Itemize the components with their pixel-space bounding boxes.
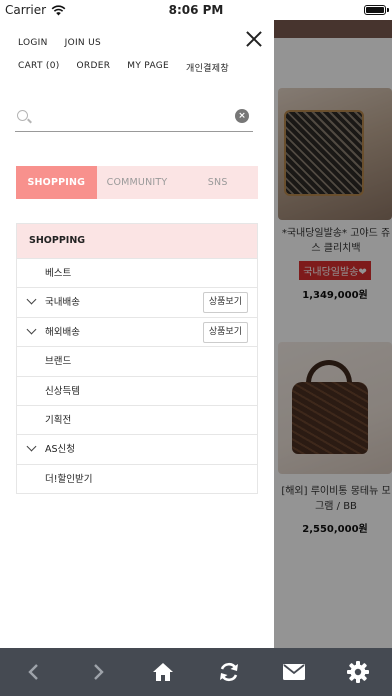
mail-icon[interactable] bbox=[274, 648, 314, 696]
account-links: LOGIN JOIN US bbox=[18, 38, 118, 48]
menu-item-label: 신상득템 bbox=[45, 385, 80, 397]
menu-item-label: 더!할인받기 bbox=[45, 473, 93, 485]
forward-arrow-icon[interactable] bbox=[78, 648, 118, 696]
search-icon bbox=[17, 110, 28, 121]
tab-community[interactable]: COMMUNITY bbox=[97, 166, 178, 199]
search-input[interactable] bbox=[37, 108, 227, 128]
gear-icon[interactable] bbox=[338, 648, 378, 696]
menu-item-label: 해외배송 bbox=[45, 326, 80, 338]
home-icon[interactable] bbox=[143, 648, 183, 696]
shopping-menu: SHOPPING 베스트 국내배송 상품보기 해외배송 상품보기 브랜드 신상득… bbox=[16, 223, 258, 495]
menu-tabs: SHOPPING COMMUNITY SNS bbox=[16, 166, 258, 199]
tab-sns[interactable]: SNS bbox=[177, 166, 258, 199]
menu-item-label: 베스트 bbox=[45, 268, 72, 279]
cart-link[interactable]: CART (0) bbox=[18, 61, 60, 74]
login-link[interactable]: LOGIN bbox=[18, 38, 48, 48]
status-bar: Carrier 8:06 PM bbox=[0, 0, 392, 20]
menu-item-overseas[interactable]: 해외배송 상품보기 bbox=[17, 316, 257, 346]
chevron-down-icon[interactable] bbox=[26, 441, 37, 452]
search-bar: × bbox=[15, 104, 253, 132]
menu-item-label: 브랜드 bbox=[45, 356, 72, 368]
view-products-button[interactable]: 상품보기 bbox=[202, 292, 248, 314]
menu-item-discount[interactable]: 더!할인받기 bbox=[17, 463, 257, 493]
menu-header: SHOPPING bbox=[17, 224, 257, 258]
order-link[interactable]: ORDER bbox=[77, 61, 111, 74]
bottom-toolbar bbox=[0, 648, 392, 696]
clear-icon[interactable]: × bbox=[235, 109, 249, 123]
back-arrow-icon[interactable] bbox=[14, 648, 54, 696]
menu-item-as-request[interactable]: AS신청 bbox=[17, 434, 257, 463]
menu-item-promotions[interactable]: 기획전 bbox=[17, 404, 257, 434]
menu-item-label: AS신청 bbox=[45, 444, 76, 456]
tab-shopping[interactable]: SHOPPING bbox=[16, 166, 97, 199]
my-page-link[interactable]: MY PAGE bbox=[127, 61, 169, 74]
menu-item-brand[interactable]: 브랜드 bbox=[17, 346, 257, 375]
chevron-down-icon[interactable] bbox=[26, 324, 37, 335]
shop-links: CART (0) ORDER MY PAGE 개인결제창 bbox=[18, 61, 246, 74]
menu-item-domestic[interactable]: 국내배송 상품보기 bbox=[17, 287, 257, 316]
close-icon[interactable] bbox=[245, 30, 263, 48]
battery-icon bbox=[364, 5, 389, 15]
chevron-down-icon[interactable] bbox=[26, 294, 37, 305]
menu-item-best[interactable]: 베스트 bbox=[17, 258, 257, 287]
menu-item-new-arrivals[interactable]: 신상득템 bbox=[17, 375, 257, 405]
menu-item-label: 국내배송 bbox=[45, 297, 80, 309]
refresh-icon[interactable] bbox=[209, 648, 249, 696]
personal-payment-link[interactable]: 개인결제창 bbox=[186, 61, 229, 74]
status-time: 8:06 PM bbox=[168, 3, 224, 17]
join-link[interactable]: JOIN US bbox=[65, 38, 101, 48]
side-menu-drawer: LOGIN JOIN US CART (0) ORDER MY PAGE 개인결… bbox=[0, 20, 274, 648]
menu-item-label: 기획전 bbox=[45, 414, 72, 426]
view-products-button[interactable]: 상품보기 bbox=[202, 321, 248, 343]
